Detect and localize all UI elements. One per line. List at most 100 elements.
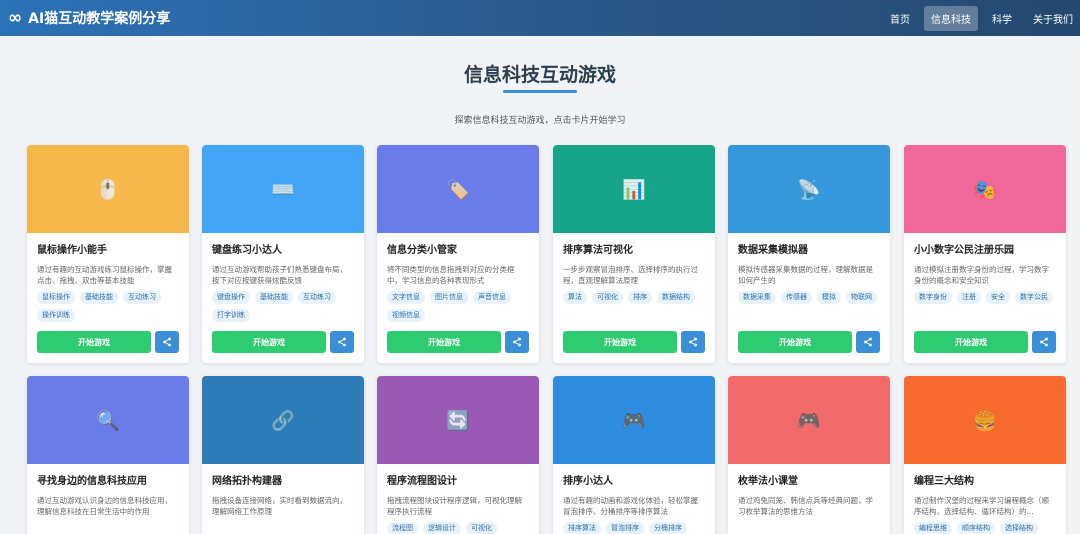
start-game-button[interactable]: 开始游戏 — [738, 331, 852, 353]
game-card[interactable]: ⌨️ 键盘练习小达人 通过互动游戏帮助孩子们熟悉键盘布局，按下对应按键获得炫酷反馈键… — [202, 145, 364, 363]
card-title: 编程三大结构 — [914, 476, 974, 487]
card-body: 排序算法可视化 一步步观察冒泡排序、选择排序的执行过程，直观理解算法原理 算法 可视化… — [553, 233, 715, 323]
card-title: 排序小达人 — [563, 476, 613, 487]
card-body: 排序小达人通过有趣的动画和游戏化体验，轻松掌握冒泡排序、分桶排序等排序算法排序算… — [553, 464, 715, 534]
card-body: 键盘练习小达人通过互动游戏帮助孩子们熟悉键盘布局，按下对应按键获得炫酷反馈键盘操… — [202, 233, 364, 323]
card-banner[interactable]: 🍔 — [904, 376, 1066, 464]
card-actions: 开始游戏 — [738, 331, 880, 353]
card-tags: 文字信息 图片信息 声音信息 视频信息 — [387, 291, 529, 323]
game-card[interactable]: 🔗 网络拓扑构建器 拖拽设备连接网络，实时看到数据流向，理解网络工作原理 — [202, 376, 364, 534]
brand-title: AI猫互动教学案例分享 — [28, 11, 171, 27]
card-banner[interactable]: 🎭 — [904, 145, 1066, 233]
tag-badge: 算法 — [563, 291, 587, 304]
game-card[interactable]: 📡 数据采集模拟器 模拟传感器采集数据的过程，理解数据是如何产生的 数据采集 传感器 模拟… — [728, 145, 890, 363]
nav-link-infotech[interactable]: 信息科技 — [924, 5, 978, 31]
game-card[interactable]: 📊 排序算法可视化 一步步观察冒泡排序、选择排序的执行过程，直观理解算法原理 算法 可视… — [553, 145, 715, 363]
card-banner[interactable]: 🔄 — [377, 376, 539, 464]
card-body: 鼠标操作小能手通过有趣的互动游戏练习鼠标操作，掌握点击、拖拽、双击等基本技能鼠标… — [27, 233, 189, 323]
start-game-button[interactable]: 开始游戏 — [563, 331, 677, 353]
card-body: 网络拓扑构建器 拖拽设备连接网络，实时看到数据流向，理解网络工作原理 — [202, 464, 364, 517]
bar-chart-icon: 📊 — [622, 178, 646, 201]
game-card[interactable]: 🔄 程序流程图设计 拖拽流程图块设计程序逻辑，可视化理解程序执行流程 流程图 逻辑设计可… — [377, 376, 539, 534]
tag-badge: 视频信息 — [387, 309, 425, 322]
card-tags: 键盘操作 基础技能 互动练习 打字训练 — [212, 291, 354, 323]
nav-link-science[interactable]: 科学 — [985, 6, 1019, 31]
card-banner[interactable]: 🎮 — [553, 376, 715, 464]
card-banner[interactable]: 🎮 — [728, 376, 890, 464]
card-title: 键盘练习小达人 — [212, 245, 282, 256]
tag-badge: 打字训练 — [212, 309, 250, 322]
tag-badge: 传感器 — [781, 291, 812, 304]
game-card[interactable]: 🏷️ 信息分类小管家 将不同类型的信息拖拽到对应的分类框中，学习信息的各种表现形式文… — [377, 145, 539, 363]
tag-badge: 模拟 — [817, 291, 841, 304]
card-banner[interactable]: 🏷️ — [377, 145, 539, 233]
tag-badge: 数字公民 — [1015, 291, 1053, 304]
card-description: 通过制作汉堡的过程来学习编程概念（顺序结构、选择结构、循环结构）的... — [914, 496, 1049, 516]
tag-badge: 互动练习 — [298, 291, 336, 304]
share-button[interactable] — [505, 331, 529, 353]
card-banner[interactable]: 📊 — [553, 145, 715, 233]
tag-badge: 图片信息 — [430, 291, 468, 304]
tag-badge: 编程思维 — [914, 522, 952, 534]
tag-badge: 可视化 — [466, 522, 497, 534]
game-card[interactable]: 🍔 编程三大结构通过制作汉堡的过程来学习编程概念（顺序结构、选择结构、循环结构）的… — [904, 376, 1066, 534]
card-actions: 开始游戏 — [914, 331, 1056, 353]
link-icon: 🔗 — [271, 409, 295, 432]
start-game-button[interactable]: 开始游戏 — [212, 331, 326, 353]
tag-badge: 数据结构 — [657, 291, 695, 304]
tag-badge: 冒泡排序 — [606, 522, 644, 534]
share-icon — [689, 337, 697, 347]
gamepad-icon: 🎮 — [622, 409, 646, 432]
share-button[interactable] — [856, 331, 880, 353]
game-card[interactable]: 🎮 枚举法小课堂 通过鸡兔同笼、韩信点兵等经典问题，学习枚举算法的思维方法 — [728, 376, 890, 534]
card-description: 通过互动游戏认识身边的信息科技应用，理解信息科技在日常生活中的作用 — [37, 496, 172, 516]
keyboard-icon: ⌨️ — [271, 178, 295, 201]
card-tags: 鼠标操作 基础技能 互动练习 操作训练 — [37, 291, 179, 323]
brand-logo[interactable]: ∞ AI猫互动教学案例分享 — [8, 8, 170, 28]
share-button[interactable] — [1032, 331, 1056, 353]
card-title: 鼠标操作小能手 — [37, 245, 107, 256]
card-tags: 数据采集 传感器 模拟 物联网 — [738, 291, 880, 323]
share-button[interactable] — [681, 331, 705, 353]
nav-link-home[interactable]: 首页 — [883, 6, 917, 31]
card-description: 通过鸡兔同笼、韩信点兵等经典问题，学习枚举算法的思维方法 — [738, 496, 873, 516]
card-banner[interactable]: 🔍 — [27, 376, 189, 464]
card-description: 通过有趣的动画和游戏化体验，轻松掌握冒泡排序、分桶排序等排序算法 — [563, 496, 698, 516]
game-card[interactable]: 🔍 寻找身边的信息科技应用 通过互动游戏认识身边的信息科技应用，理解信息科技在日常生… — [27, 376, 189, 534]
start-game-button[interactable]: 开始游戏 — [387, 331, 501, 353]
card-description: 通过有趣的互动游戏练习鼠标操作，掌握点击、拖拽、双击等基本技能 — [37, 265, 172, 285]
start-game-button[interactable]: 开始游戏 — [914, 331, 1028, 353]
card-body: 程序流程图设计 拖拽流程图块设计程序逻辑，可视化理解程序执行流程 流程图 逻辑设计 可视… — [377, 464, 539, 534]
tag-badge: 数字身份 — [914, 291, 952, 304]
tag-badge: 排序算法 — [563, 522, 601, 534]
tag-badge: 安全 — [986, 291, 1010, 304]
card-actions: 开始游戏 — [387, 331, 529, 353]
card-description: 一步步观察冒泡排序、选择排序的执行过程，直观理解算法原理 — [563, 265, 698, 285]
tag-badge: 数据采集 — [738, 291, 776, 304]
tag-badge: 物联网 — [846, 291, 877, 304]
nav-link-about[interactable]: 关于我们 — [1026, 6, 1080, 31]
start-game-button[interactable]: 开始游戏 — [37, 331, 151, 353]
page-subtitle: 探索信息科技互动游戏，点击卡片开始学习 — [454, 116, 626, 126]
game-card[interactable]: 🎮 排序小达人 通过有趣的动画和游戏化体验，轻松掌握冒泡排序、分桶排序等排序算法 排序… — [553, 376, 715, 534]
card-description: 通过互动游戏帮助孩子们熟悉键盘布局，按下对应按键获得炫酷反馈 — [212, 265, 347, 285]
card-banner[interactable]: 📡 — [728, 145, 890, 233]
game-card[interactable]: 🖱️ 鼠标操作小能手 通过有趣的互动游戏练习鼠标操作，掌握点击、拖拽、双击等基本技能… — [27, 145, 189, 363]
card-title: 程序流程图设计 — [387, 476, 457, 487]
game-card[interactable]: 🎭 小小数字公民注册乐园 通过模拟注册数字身份的过程，学习数字身份的概念和安全知识数… — [904, 145, 1066, 363]
tag-badge: 文字信息 — [387, 291, 425, 304]
tag-badge: 流程图 — [387, 522, 418, 534]
tag-badge: 键盘操作 — [212, 291, 250, 304]
share-button[interactable] — [155, 331, 179, 353]
card-banner[interactable]: 🔗 — [202, 376, 364, 464]
card-title: 网络拓扑构建器 — [212, 476, 282, 487]
share-icon — [1040, 337, 1048, 347]
card-title: 信息分类小管家 — [387, 245, 457, 256]
tag-badge: 排序 — [628, 291, 652, 304]
share-button[interactable] — [330, 331, 354, 353]
infinity-icon: ∞ — [8, 8, 23, 28]
card-banner[interactable]: ⌨️ — [202, 145, 364, 233]
share-icon — [864, 337, 872, 347]
card-body: 小小数字公民注册乐园 通过模拟注册数字身份的过程，学习数字身份的概念和安全知识 数字… — [904, 233, 1066, 323]
card-banner[interactable]: 🖱️ — [27, 145, 189, 233]
